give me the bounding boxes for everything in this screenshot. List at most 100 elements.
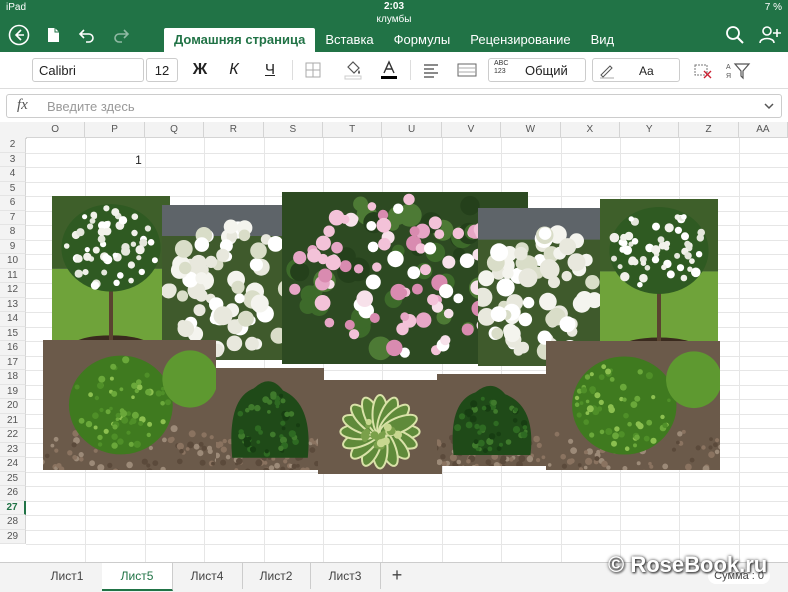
sheet-tab-list3[interactable]: Лист3 [310, 563, 381, 589]
grid-line [26, 182, 788, 183]
column-header[interactable]: U [382, 122, 441, 138]
font-size-field[interactable]: 12 [146, 58, 178, 82]
row-header[interactable]: 3 [0, 153, 26, 168]
column-header[interactable]: V [442, 122, 501, 138]
bold-button[interactable]: Ж [190, 58, 210, 82]
cell-p3[interactable]: 1 [85, 153, 141, 168]
italic-button[interactable]: К [224, 58, 244, 82]
tab-insert[interactable]: Вставка [315, 28, 383, 52]
select-all-corner[interactable] [0, 122, 27, 139]
row-header[interactable]: 6 [0, 196, 26, 211]
photo-thuja-ball[interactable] [43, 340, 216, 470]
cell-styles-field[interactable]: Aa [592, 58, 680, 82]
column-header[interactable]: Y [620, 122, 679, 138]
row-header[interactable]: 12 [0, 283, 26, 298]
font-name-field[interactable]: Calibri [32, 58, 144, 82]
photo-thuja-ball[interactable] [546, 341, 720, 470]
column-header[interactable]: S [264, 122, 323, 138]
cell-styles-label: Aa [639, 59, 654, 83]
column-header[interactable]: O [26, 122, 85, 138]
row-header[interactable]: 18 [0, 370, 26, 385]
grid-line [26, 486, 788, 487]
row-header[interactable]: 5 [0, 182, 26, 197]
row-header[interactable]: 15 [0, 327, 26, 342]
column-header[interactable]: Q [145, 122, 204, 138]
wrap-merge-icon[interactable] [456, 58, 478, 82]
redo-icon[interactable] [110, 24, 132, 46]
underline-button[interactable]: Ч [260, 58, 280, 82]
column-header[interactable]: T [323, 122, 382, 138]
row-header[interactable]: 9 [0, 240, 26, 255]
grid-line [26, 515, 788, 516]
column-header[interactable]: P [85, 122, 144, 138]
clear-cells-icon[interactable] [692, 58, 714, 82]
grid-line [739, 138, 740, 562]
row-header[interactable]: 4 [0, 167, 26, 182]
photo-dwarf-spruce[interactable] [216, 368, 324, 470]
row-header[interactable]: 14 [0, 312, 26, 327]
column-header[interactable]: R [204, 122, 263, 138]
align-icon[interactable] [422, 58, 442, 82]
search-icon[interactable] [724, 24, 746, 46]
formula-input[interactable]: Введите здесь [47, 99, 135, 114]
back-icon[interactable] [8, 24, 30, 46]
battery-label: 7 % [765, 2, 782, 13]
number-format-label: Общий [525, 59, 568, 83]
undo-icon[interactable] [76, 24, 98, 46]
row-header[interactable]: 11 [0, 269, 26, 284]
sheet-tab-list4[interactable]: Лист4 [172, 563, 243, 589]
row-header[interactable]: 22 [0, 428, 26, 443]
number-format-field[interactable]: ABC 123 Общий [488, 58, 586, 82]
fill-color-icon[interactable] [342, 58, 364, 82]
chevron-down-icon[interactable] [763, 97, 775, 118]
formula-bar[interactable]: fx Введите здесь [6, 94, 782, 118]
row-header[interactable]: 19 [0, 385, 26, 400]
row-header[interactable]: 16 [0, 341, 26, 356]
column-header[interactable]: W [501, 122, 560, 138]
column-header[interactable]: Z [679, 122, 738, 138]
row-header[interactable]: 2 [0, 138, 26, 153]
file-icon[interactable] [42, 24, 64, 46]
row-header[interactable]: 20 [0, 399, 26, 414]
row-header[interactable]: 25 [0, 472, 26, 487]
photo-hosta[interactable] [318, 380, 442, 474]
row-header[interactable]: 26 [0, 486, 26, 501]
row-header[interactable]: 28 [0, 515, 26, 530]
share-user-icon[interactable] [758, 24, 780, 46]
row-header[interactable]: 23 [0, 443, 26, 458]
number-format-icon: ABC 123 [494, 60, 508, 76]
photo-dwarf-spruce[interactable] [437, 374, 547, 466]
home-toolbar: Calibri 12 Ж К Ч ABC 123 Общий Aa АЯ [0, 52, 788, 89]
grid-line [26, 167, 788, 168]
row-header[interactable]: 13 [0, 298, 26, 313]
tab-review[interactable]: Рецензирование [460, 28, 580, 52]
add-sheet-button[interactable]: + [382, 563, 412, 589]
clock: 2:03 [0, 1, 788, 12]
sheet-tab-list1[interactable]: Лист1 [32, 563, 103, 589]
row-header[interactable]: 17 [0, 356, 26, 371]
tab-view[interactable]: Вид [581, 28, 625, 52]
column-header[interactable]: AA [739, 122, 788, 138]
row-header[interactable]: 27 [0, 501, 26, 516]
ribbon-tabs: Домашняя страница Вставка Формулы Реценз… [164, 28, 624, 52]
row-header[interactable]: 8 [0, 225, 26, 240]
row-header[interactable]: 21 [0, 414, 26, 429]
row-header[interactable]: 7 [0, 211, 26, 226]
column-header[interactable]: X [561, 122, 620, 138]
toolbar-divider [410, 60, 411, 80]
fx-icon: fx [17, 97, 28, 114]
row-header[interactable]: 29 [0, 530, 26, 545]
photo-standard-rose-tree[interactable] [52, 196, 170, 358]
svg-text:А: А [726, 64, 731, 71]
grid-line [26, 501, 788, 502]
tab-formulas[interactable]: Формулы [384, 28, 461, 52]
row-header[interactable]: 24 [0, 457, 26, 472]
sheet-tab-list2[interactable]: Лист2 [242, 563, 311, 589]
photo-standard-rose-tree[interactable] [600, 199, 718, 360]
tab-home[interactable]: Домашняя страница [164, 28, 315, 52]
font-color-icon[interactable] [378, 58, 400, 82]
sort-filter-icon[interactable]: АЯ [724, 58, 752, 82]
row-header[interactable]: 10 [0, 254, 26, 269]
borders-icon[interactable] [304, 58, 324, 82]
sheet-tab-list5[interactable]: Лист5 [102, 563, 173, 591]
